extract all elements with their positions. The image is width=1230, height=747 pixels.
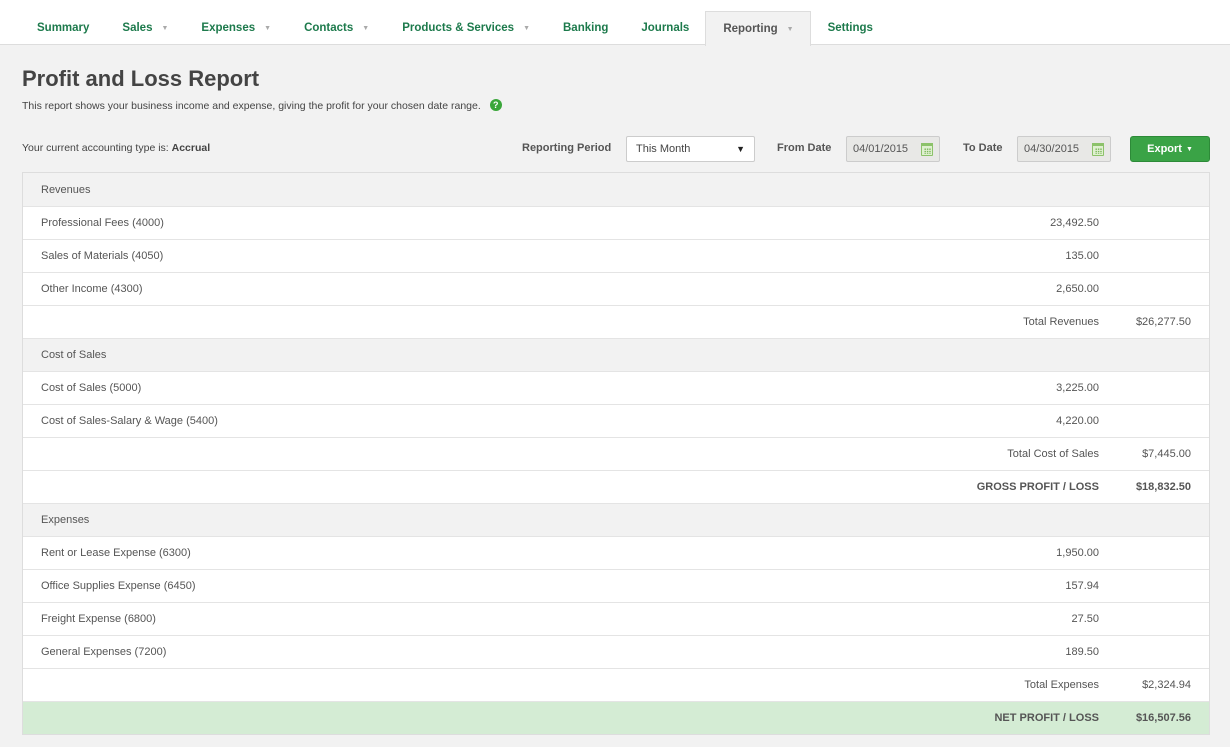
- row-name: Office Supplies Expense (6450): [41, 580, 196, 592]
- account-row: Sales of Materials (4050) 135.00: [23, 239, 1209, 272]
- tab-products-services[interactable]: Products & Services ▼: [385, 11, 546, 45]
- account-row: Office Supplies Expense (6450) 157.94: [23, 569, 1209, 602]
- page-title: Profit and Loss Report: [22, 66, 260, 91]
- row-name: Freight Expense (6800): [41, 613, 156, 625]
- caret-down-icon: ▼: [1185, 145, 1193, 153]
- row-amount: 189.50: [1065, 646, 1099, 658]
- row-name: General Expenses (7200): [41, 646, 167, 658]
- tab-reporting[interactable]: Reporting ▼: [705, 11, 811, 46]
- row-amount: 135.00: [1065, 250, 1099, 262]
- caret-down-icon: ▼: [362, 25, 370, 32]
- nav-tabs: Summary Sales ▼ Expenses ▼ Contacts ▼ Products …: [20, 11, 889, 46]
- to-date-label: To Date: [963, 142, 1003, 154]
- row-total: $2,324.94: [1142, 679, 1191, 691]
- row-total: $26,277.50: [1135, 316, 1191, 328]
- account-row: Professional Fees (4000) 23,492.50: [23, 206, 1209, 239]
- row-total: $16,507.56: [1135, 712, 1191, 724]
- accounting-type-value: Accrual: [171, 142, 211, 154]
- calendar-icon[interactable]: [1092, 142, 1104, 156]
- section-header-row: Revenues: [23, 173, 1209, 206]
- dropdown-arrow-icon: ▼: [736, 144, 745, 154]
- row-amount: 23,492.50: [1050, 217, 1099, 229]
- tab-label: Contacts: [304, 22, 354, 34]
- tab-label: Reporting: [723, 23, 778, 35]
- page-description: This report shows your business income a…: [22, 99, 502, 112]
- to-date-value: 04/30/2015: [1024, 143, 1080, 155]
- tab-sales[interactable]: Sales ▼: [105, 11, 184, 45]
- row-total: $7,445.00: [1142, 448, 1191, 460]
- accounting-type: Your current accounting type is: Accrual: [22, 142, 210, 154]
- subtotal-row: Total Expenses $2,324.94: [23, 668, 1209, 701]
- from-date-label: From Date: [777, 142, 832, 154]
- caret-down-icon: ▼: [264, 25, 272, 32]
- tab-summary[interactable]: Summary: [20, 11, 105, 45]
- from-date-input[interactable]: 04/01/2015: [846, 136, 940, 162]
- row-name: Other Income (4300): [41, 283, 143, 295]
- row-name: Professional Fees (4000): [41, 217, 164, 229]
- row-amount: 4,220.00: [1056, 415, 1099, 427]
- row-amount: Total Expenses: [1024, 679, 1099, 691]
- account-row: Cost of Sales (5000) 3,225.00: [23, 371, 1209, 404]
- to-date-input[interactable]: 04/30/2015: [1017, 136, 1111, 162]
- tab-settings[interactable]: Settings: [811, 11, 889, 45]
- tab-label: Summary: [37, 22, 90, 34]
- account-row: General Expenses (7200) 189.50: [23, 635, 1209, 668]
- row-name: Cost of Sales-Salary & Wage (5400): [41, 415, 218, 427]
- row-amount: 1,950.00: [1056, 547, 1099, 559]
- caret-down-icon: ▼: [161, 25, 169, 32]
- tab-label: Banking: [563, 22, 609, 34]
- row-amount: 3,225.00: [1056, 382, 1099, 394]
- tab-label: Sales: [122, 22, 153, 34]
- row-name: Cost of Sales: [41, 349, 107, 361]
- row-amount: NET PROFIT / LOSS: [994, 712, 1099, 724]
- account-row: Other Income (4300) 2,650.00: [23, 272, 1209, 305]
- row-name: Revenues: [41, 183, 91, 196]
- help-icon[interactable]: ?: [489, 99, 502, 111]
- account-row: Freight Expense (6800) 27.50: [23, 602, 1209, 635]
- account-row: Cost of Sales-Salary & Wage (5400) 4,220.…: [23, 404, 1209, 437]
- caret-down-icon: ▼: [786, 26, 794, 33]
- row-amount: 157.94: [1065, 580, 1099, 592]
- row-total: $18,832.50: [1135, 481, 1191, 493]
- row-amount: 27.50: [1071, 613, 1099, 625]
- caret-down-icon: ▼: [523, 25, 530, 32]
- tab-banking[interactable]: Banking: [546, 11, 624, 45]
- gross-profit-row: GROSS PROFIT / LOSS $18,832.50: [23, 470, 1209, 503]
- row-name: Expenses: [41, 514, 90, 526]
- subtotal-row: Total Cost of Sales $7,445.00: [23, 437, 1209, 470]
- tab-contacts[interactable]: Contacts ▼: [287, 11, 385, 45]
- row-amount: 2,650.00: [1056, 283, 1099, 295]
- tab-journals[interactable]: Journals: [624, 11, 705, 45]
- tab-label: Journals: [641, 22, 690, 34]
- top-navigation: Summary Sales ▼ Expenses ▼ Contacts ▼ Products …: [0, 0, 1230, 46]
- reporting-period-value: This Month: [636, 143, 691, 155]
- from-date-value: 04/01/2015: [853, 143, 909, 155]
- subtotal-row: Total Revenues $26,277.50: [23, 305, 1209, 338]
- section-header-row: Cost of Sales: [23, 338, 1209, 371]
- profit-loss-table: Revenues Professional Fees (4000) 23,492.5…: [22, 172, 1210, 735]
- export-label: Export: [1147, 143, 1182, 155]
- row-name: Cost of Sales (5000): [41, 382, 142, 394]
- description-text: This report shows your business income a…: [22, 100, 481, 112]
- row-name: Sales of Materials (4050): [41, 250, 164, 262]
- export-button[interactable]: Export ▼: [1130, 136, 1210, 162]
- reporting-period-label: Reporting Period: [522, 142, 612, 154]
- tab-label: Expenses: [201, 22, 256, 34]
- row-amount: Total Revenues: [1023, 316, 1099, 328]
- row-amount: GROSS PROFIT / LOSS: [976, 481, 1099, 493]
- row-name: Rent or Lease Expense (6300): [41, 547, 191, 559]
- tab-label: Products & Services: [402, 22, 515, 34]
- account-row: Rent or Lease Expense (6300) 1,950.00: [23, 536, 1209, 569]
- calendar-icon[interactable]: [921, 142, 933, 156]
- accounting-type-label: Your current accounting type is:: [22, 142, 169, 154]
- net-profit-row: NET PROFIT / LOSS $16,507.56: [23, 701, 1209, 734]
- row-amount: Total Cost of Sales: [1007, 448, 1099, 460]
- section-header-row: Expenses: [23, 503, 1209, 536]
- tab-label: Settings: [827, 22, 873, 34]
- reporting-period-select[interactable]: This Month ▼: [626, 136, 755, 162]
- tab-expenses[interactable]: Expenses ▼: [184, 11, 287, 45]
